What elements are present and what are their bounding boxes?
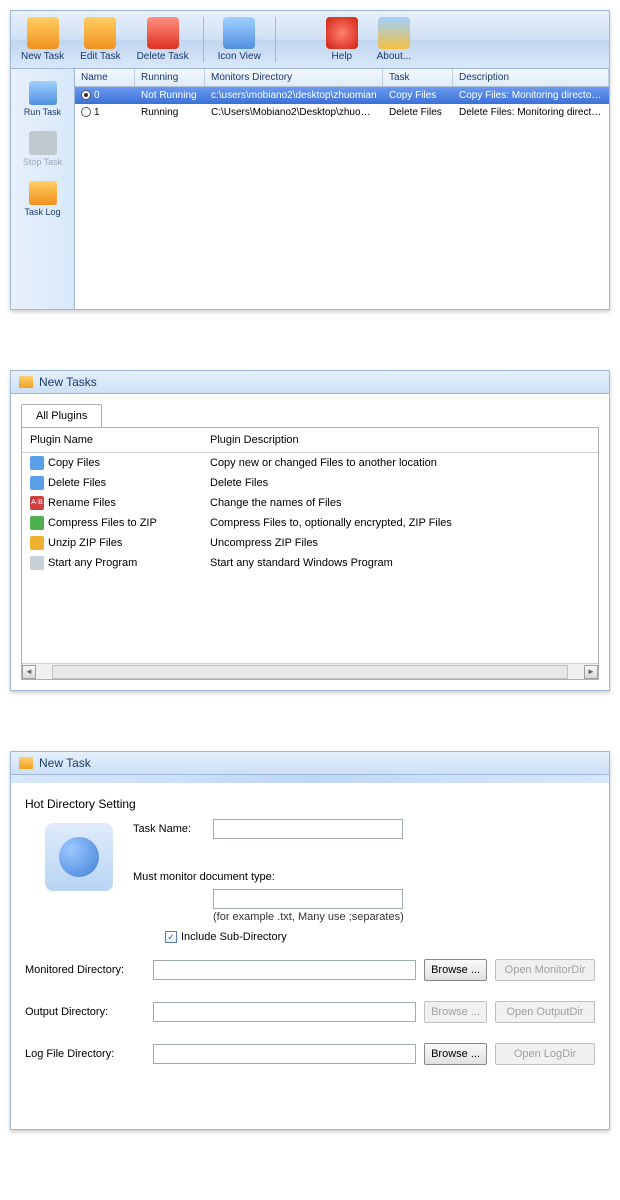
plugin-row[interactable]: Start any ProgramStart any standard Wind… [22,553,598,573]
dir-input[interactable] [153,960,416,980]
stop-task-button[interactable]: Stop Task [13,125,72,173]
col-plugin-desc[interactable]: Plugin Description [210,434,299,446]
plugin-icon [30,476,44,490]
plugin-icon [30,456,44,470]
new-tasks-window: New Tasks All Plugins Plugin Name Plugin… [10,370,610,691]
run-task-button[interactable]: Run Task [13,75,72,123]
plugin-list-pane: Plugin Name Plugin Description Copy File… [21,427,599,680]
dir-input[interactable] [153,1044,416,1064]
include-subdir-checkbox[interactable]: ✓ Include Sub-Directory [165,931,595,943]
plugin-row[interactable]: A·BRename FilesChange the names of Files [22,493,598,513]
tab-all-plugins[interactable]: All Plugins [21,404,102,427]
folder-icon [19,757,33,769]
help-button[interactable]: Help [316,13,368,66]
new-task-window: New Task Hot Directory Setting Task Name… [10,751,610,1130]
task-table: Name Running Monitors Directory Task Des… [75,69,609,309]
plugin-row[interactable]: Compress Files to ZIPCompress Files to, … [22,513,598,533]
edit-task-button[interactable]: Edit Task [72,13,128,66]
window-title: New Task [39,756,91,770]
open-dir-button: Open OutputDir [495,1001,595,1023]
directory-row: Log File Directory: Browse ... Open LogD… [25,1043,595,1065]
folder-icon [19,376,33,388]
scroll-right-icon[interactable]: ► [584,665,598,679]
monitor-type-hint: (for example .txt, Many use ;separates) [213,911,595,923]
monitor-type-label: Must monitor document type: [133,871,595,883]
monitor-type-input[interactable] [213,889,403,909]
plugin-icon [30,536,44,550]
icon-view-button[interactable]: Icon View [210,13,269,66]
plugin-row[interactable]: Copy FilesCopy new or changed Files to a… [22,453,598,473]
table-row[interactable]: 1RunningC:\Users\Mobiano2\Desktop\zhuomi… [75,104,609,121]
directory-row: Output Directory: Browse ... Open Output… [25,1001,595,1023]
delete-task-button[interactable]: Delete Task [129,13,197,66]
table-header: Name Running Monitors Directory Task Des… [75,69,609,87]
section-title: Hot Directory Setting [25,797,595,811]
plugin-row[interactable]: Unzip ZIP FilesUncompress ZIP Files [22,533,598,553]
scroll-left-icon[interactable]: ◄ [22,665,36,679]
browse-button: Browse ... [424,1001,487,1023]
task-name-input[interactable] [213,819,403,839]
task-name-label: Task Name: [133,823,213,835]
dir-input[interactable] [153,1002,416,1022]
toolbar: New TaskEdit TaskDelete TaskIcon View Hel… [11,11,609,69]
new-task-button[interactable]: New Task [13,13,72,66]
sidebar: Run TaskStop TaskTask Log [11,69,75,309]
open-dir-button: Open MonitorDir [495,959,595,981]
dir-label: Monitored Directory: [25,964,145,976]
table-row[interactable]: 0Not Runningc:\users\mobiano2\desktop\zh… [75,87,609,104]
plugin-icon [30,516,44,530]
browse-button[interactable]: Browse ... [424,959,487,981]
col-task[interactable]: Task [383,69,453,86]
col-description[interactable]: Description [453,69,609,86]
browse-button[interactable]: Browse ... [424,1043,487,1065]
col-running[interactable]: Running [135,69,205,86]
col-monitors[interactable]: Monitors Directory [205,69,383,86]
title-bar: New Tasks [11,371,609,394]
window-title: New Tasks [39,375,97,389]
col-plugin-name[interactable]: Plugin Name [30,434,210,446]
plugin-icon: A·B [30,496,44,510]
directory-icon [45,823,113,891]
main-window: New TaskEdit TaskDelete TaskIcon View Hel… [10,10,610,310]
dir-label: Output Directory: [25,1006,145,1018]
dir-label: Log File Directory: [25,1048,145,1060]
about-button[interactable]: About... [368,13,420,66]
open-dir-button: Open LogDir [495,1043,595,1065]
task-log-button[interactable]: Task Log [13,175,72,223]
plugin-row[interactable]: Delete FilesDelete Files [22,473,598,493]
horizontal-scrollbar[interactable]: ◄ ► [22,663,598,679]
directory-row: Monitored Directory: Browse ... Open Mon… [25,959,595,981]
title-bar: New Task [11,752,609,775]
col-name[interactable]: Name [75,69,135,86]
plugin-icon [30,556,44,570]
